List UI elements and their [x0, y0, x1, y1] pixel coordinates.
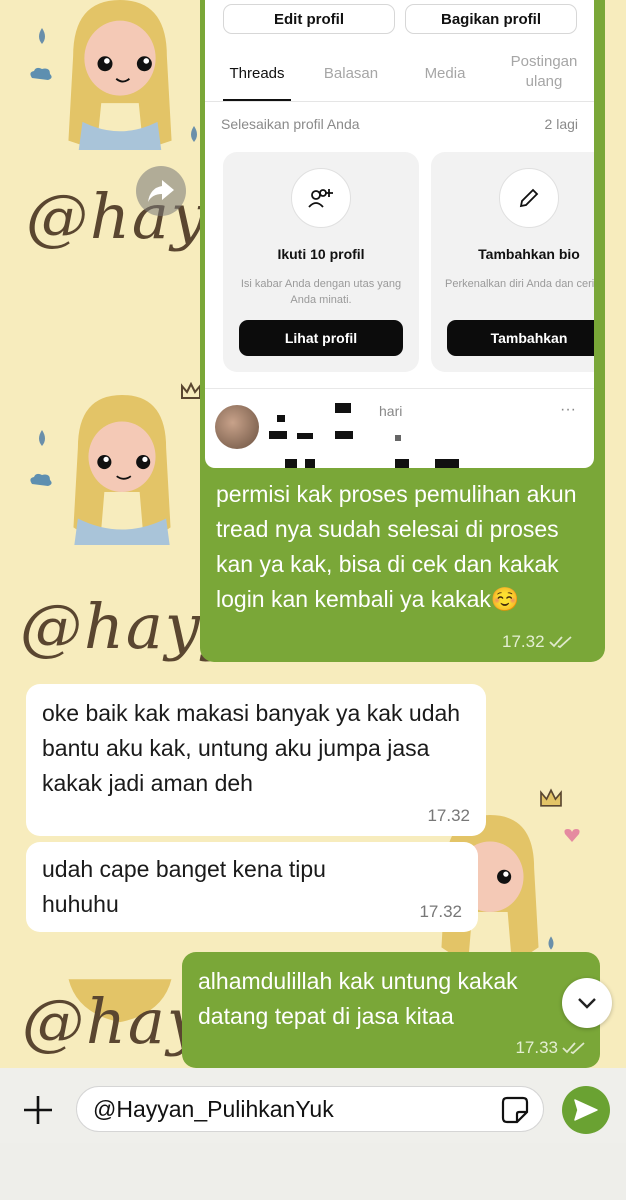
- forward-button[interactable]: [136, 166, 186, 216]
- chevron-down-icon: [578, 998, 596, 1009]
- card-title: Ikuti 10 profil: [277, 246, 365, 262]
- post-time: hari: [379, 403, 403, 419]
- profile-tabs: Threads Balasan Media Postingan ulang: [205, 52, 594, 102]
- card-description: Perkenalkan diri Anda dan ceritakan apa …: [445, 278, 594, 290]
- message-input-bar: @Hayyan_PulihkanYuk: [0, 1068, 626, 1200]
- message-bubble-incoming[interactable]: oke baik kak makasi banyak ya kak udah b…: [26, 684, 486, 836]
- drop-icon: [548, 936, 554, 950]
- pencil-icon: [499, 168, 559, 228]
- message-time: 17.33: [515, 1038, 558, 1057]
- sticker-icon[interactable]: [501, 1096, 529, 1124]
- cloud-icon: [30, 473, 52, 486]
- message-text: alhamdulillah kak untung kakak datang te…: [198, 968, 518, 1029]
- threads-profile-screenshot[interactable]: Edit profil Bagikan profil Threads Balas…: [205, 0, 594, 468]
- tab-threads: Threads: [229, 65, 285, 82]
- hijab-character-illustration: [73, 395, 171, 545]
- drop-icon: [39, 28, 45, 44]
- message-meta: 17.33: [515, 1038, 586, 1058]
- send-icon: [574, 1099, 598, 1121]
- message-text: permisi kak proses pemulihan akun tread …: [216, 481, 577, 612]
- crown-icon: [540, 788, 562, 807]
- more-icon: ···: [560, 401, 576, 418]
- message-time: 17.32: [419, 902, 462, 921]
- message-bubble-outgoing[interactable]: alhamdulillah kak untung kakak datang te…: [182, 952, 600, 1068]
- heart-icon: [564, 829, 580, 842]
- crown-icon: [181, 382, 201, 399]
- message-text: udah cape banget kena tipu huhuhu: [42, 856, 326, 917]
- message-input-value: @Hayyan_PulihkanYuk: [93, 1095, 334, 1122]
- send-button[interactable]: [562, 1086, 610, 1134]
- avatar: [215, 405, 259, 449]
- complete-profile-header: Selesaikan profil Anda 2 lagi: [221, 116, 578, 132]
- message-time: 17.32: [502, 632, 545, 651]
- view-profiles-button: Lihat profil: [239, 320, 403, 356]
- complete-profile-count: 2 lagi: [544, 116, 578, 132]
- hijab-character-illustration: [68, 0, 172, 150]
- add-bio-button: Tambahkan: [447, 320, 594, 356]
- message-input[interactable]: @Hayyan_PulihkanYuk: [76, 1086, 544, 1132]
- double-check-icon: [548, 636, 572, 649]
- edit-profile-button: Edit profil: [223, 4, 395, 34]
- tab-reposts: Postingan ulang: [510, 53, 578, 90]
- add-people-icon: [291, 168, 351, 228]
- cloud-icon: [30, 67, 52, 80]
- complete-profile-label: Selesaikan profil Anda: [221, 116, 360, 132]
- profile-task-card: Ikuti 10 profil Isi kabar Anda dengan ut…: [223, 152, 419, 372]
- drop-icon: [39, 430, 45, 446]
- thread-post-preview: hari ···: [205, 388, 594, 468]
- plus-icon: [24, 1096, 52, 1124]
- share-profile-button: Bagikan profil: [405, 4, 577, 34]
- message-time: 17.32: [427, 806, 470, 825]
- profile-task-card: Tambahkan bio Perkenalkan diri Anda dan …: [431, 152, 594, 372]
- tab-media: Media: [424, 65, 466, 82]
- card-description: Isi kabar Anda dengan utas yang Anda min…: [240, 278, 402, 306]
- card-title: Tambahkan bio: [478, 246, 580, 262]
- scroll-to-bottom-button[interactable]: [562, 978, 612, 1028]
- drop-icon: [191, 126, 197, 142]
- tab-replies: Balasan: [323, 65, 379, 82]
- attach-button[interactable]: [18, 1090, 58, 1130]
- forward-arrow-icon: [148, 180, 174, 202]
- message-bubble-incoming[interactable]: udah cape banget kena tipu huhuhu 17.32: [26, 842, 478, 932]
- double-check-icon: [562, 1042, 585, 1055]
- active-tab-indicator: [223, 99, 291, 101]
- message-meta: 17.32: [502, 632, 573, 652]
- message-text: oke baik kak makasi banyak ya kak udah b…: [42, 700, 461, 796]
